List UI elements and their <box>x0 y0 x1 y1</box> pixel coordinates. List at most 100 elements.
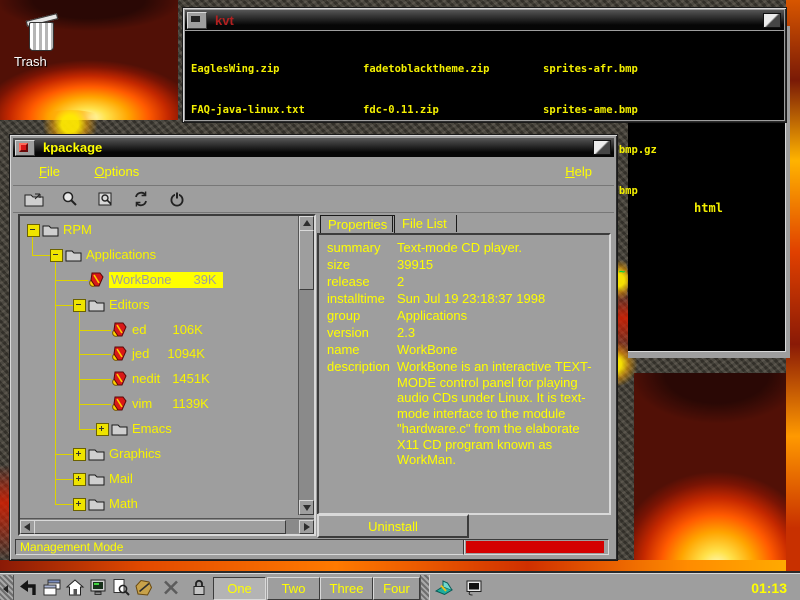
menu-options[interactable]: Options <box>86 159 147 184</box>
scroll-down-button[interactable] <box>299 500 314 515</box>
uninstall-button[interactable]: Uninstall <box>317 514 469 538</box>
terminal-window-icon[interactable] <box>187 12 207 29</box>
search-package-icon[interactable] <box>92 188 120 210</box>
tab-file-list[interactable]: File List <box>392 215 457 232</box>
collapse-icon[interactable] <box>50 249 63 262</box>
package-tree-pane[interactable]: RPM Applications WorkBone39K Editors ed1… <box>18 214 316 536</box>
kpackage-titlebar[interactable]: kpackage <box>13 138 614 157</box>
progress-bar-fill <box>466 541 604 553</box>
tree-item-label[interactable]: nedit1451K <box>132 371 210 386</box>
tree-item-label[interactable]: WorkBone39K <box>109 272 223 288</box>
desktop: Trash html kvt EaglesWing.zip FAQ-java-l… <box>0 0 800 600</box>
taskbar: One Two Three Four 01:13 <box>0 573 800 600</box>
desktop-button-three[interactable]: Three <box>320 577 373 600</box>
desktop-button-two[interactable]: Two <box>267 577 320 600</box>
tree-item-label[interactable]: Emacs <box>132 421 172 436</box>
lock-icon[interactable] <box>187 576 211 599</box>
property-key: summary <box>327 240 380 255</box>
collapse-icon[interactable] <box>27 224 40 237</box>
refresh-icon[interactable] <box>127 188 155 210</box>
scroll-right-button[interactable] <box>299 520 314 534</box>
tree-row[interactable]: Math <box>20 495 290 513</box>
kvt-window-icon[interactable] <box>462 576 486 599</box>
open-icon[interactable] <box>20 188 48 210</box>
tree-row[interactable]: Emacs <box>20 420 290 438</box>
expand-icon[interactable] <box>73 473 86 486</box>
kde-menu-icon[interactable] <box>16 576 40 599</box>
property-value: Sun Jul 19 23:18:37 1998 <box>397 291 545 306</box>
tree-row[interactable]: jed1094K <box>20 345 290 363</box>
folder-icon <box>42 223 59 237</box>
kvt-content[interactable]: EaglesWing.zip FAQ-java-linux.txt FAQ.ht… <box>185 31 784 120</box>
property-value: WorkBone <box>397 342 457 357</box>
cut-icon[interactable] <box>159 576 183 599</box>
resize-icon[interactable] <box>763 13 781 28</box>
properties-panel: summary Text-mode CD player. size 39915 … <box>317 233 611 515</box>
background-terminal-text: html <box>694 202 723 216</box>
property-value: 2 <box>397 274 404 289</box>
notes-icon[interactable] <box>132 576 156 599</box>
expand-icon[interactable] <box>73 498 86 511</box>
scroll-left-button[interactable] <box>20 520 35 534</box>
kpackage-window[interactable]: kpackage File Options Help <box>10 135 617 560</box>
tree-item-label[interactable]: vim1139K <box>132 396 209 411</box>
package-size: 1094K <box>167 346 205 361</box>
desktop-button-one[interactable]: One <box>213 577 266 600</box>
folder-icon <box>65 248 82 262</box>
collapse-icon[interactable] <box>73 299 86 312</box>
flame-strip <box>0 560 800 574</box>
menu-file[interactable]: File <box>31 159 68 184</box>
kvt-title: kvt <box>215 13 234 28</box>
tree-item-label[interactable]: jed1094K <box>132 346 205 361</box>
help-book-icon[interactable] <box>432 576 456 599</box>
tree-item-label[interactable]: Mail <box>109 471 133 486</box>
kvt-titlebar[interactable]: kvt <box>185 10 784 30</box>
menu-help[interactable]: Help <box>557 159 600 184</box>
tree-item-label[interactable]: ed106K <box>132 322 203 337</box>
tree-row[interactable]: nedit1451K <box>20 370 290 388</box>
find-files-icon[interactable] <box>109 576 133 599</box>
trash-label[interactable]: Trash <box>14 54 47 69</box>
folder-icon <box>88 472 105 486</box>
tree-row[interactable]: Editors <box>20 296 290 314</box>
window-menu-button[interactable] <box>15 140 35 156</box>
rpm-package-icon <box>111 322 127 337</box>
tree-row[interactable]: Graphics <box>20 445 290 463</box>
property-value: Applications <box>397 308 467 323</box>
panel-hide-handle[interactable] <box>0 575 14 600</box>
expand-icon[interactable] <box>73 448 86 461</box>
tree-row[interactable]: ed106K <box>20 321 290 339</box>
kpackage-menubar: File Options Help <box>13 159 614 186</box>
tree-item-label[interactable]: Math <box>109 496 138 511</box>
tree-item-label[interactable]: Applications <box>86 247 156 262</box>
panel-section-handle[interactable] <box>420 575 430 600</box>
window-list-icon[interactable] <box>40 576 64 599</box>
folder-icon <box>88 497 105 511</box>
terminal-icon[interactable] <box>86 576 110 599</box>
tree-horizontal-scrollbar[interactable] <box>20 518 314 534</box>
scroll-up-button[interactable] <box>299 216 314 231</box>
desktop-button-four[interactable]: Four <box>373 577 420 600</box>
tree-vertical-scrollbar[interactable] <box>298 216 314 515</box>
scroll-thumb[interactable] <box>299 230 314 290</box>
tree-row[interactable]: vim1139K <box>20 395 290 413</box>
tree-row[interactable]: Applications <box>20 246 290 264</box>
tab-properties[interactable]: Properties <box>320 215 395 234</box>
resize-icon[interactable] <box>593 140 611 155</box>
tree-row[interactable]: RPM <box>20 221 290 239</box>
tree-item-label[interactable]: Editors <box>109 297 149 312</box>
tree-item-label[interactable]: Graphics <box>109 446 161 461</box>
scroll-thumb[interactable] <box>34 520 286 534</box>
tree-row[interactable]: Mail <box>20 470 290 488</box>
tree-item-label[interactable]: RPM <box>63 222 92 237</box>
expand-icon[interactable] <box>96 423 109 436</box>
kpackage-toolbar <box>13 186 614 213</box>
zoom-icon[interactable] <box>56 188 84 210</box>
tree-row-selected[interactable]: WorkBone39K <box>20 271 290 289</box>
property-key: release <box>327 274 370 289</box>
kvt-window[interactable]: kvt EaglesWing.zip FAQ-java-linux.txt FA… <box>183 8 786 122</box>
trash-icon[interactable] <box>24 13 60 53</box>
home-icon[interactable] <box>63 576 87 599</box>
property-key: name <box>327 342 360 357</box>
exit-icon[interactable] <box>163 188 191 210</box>
